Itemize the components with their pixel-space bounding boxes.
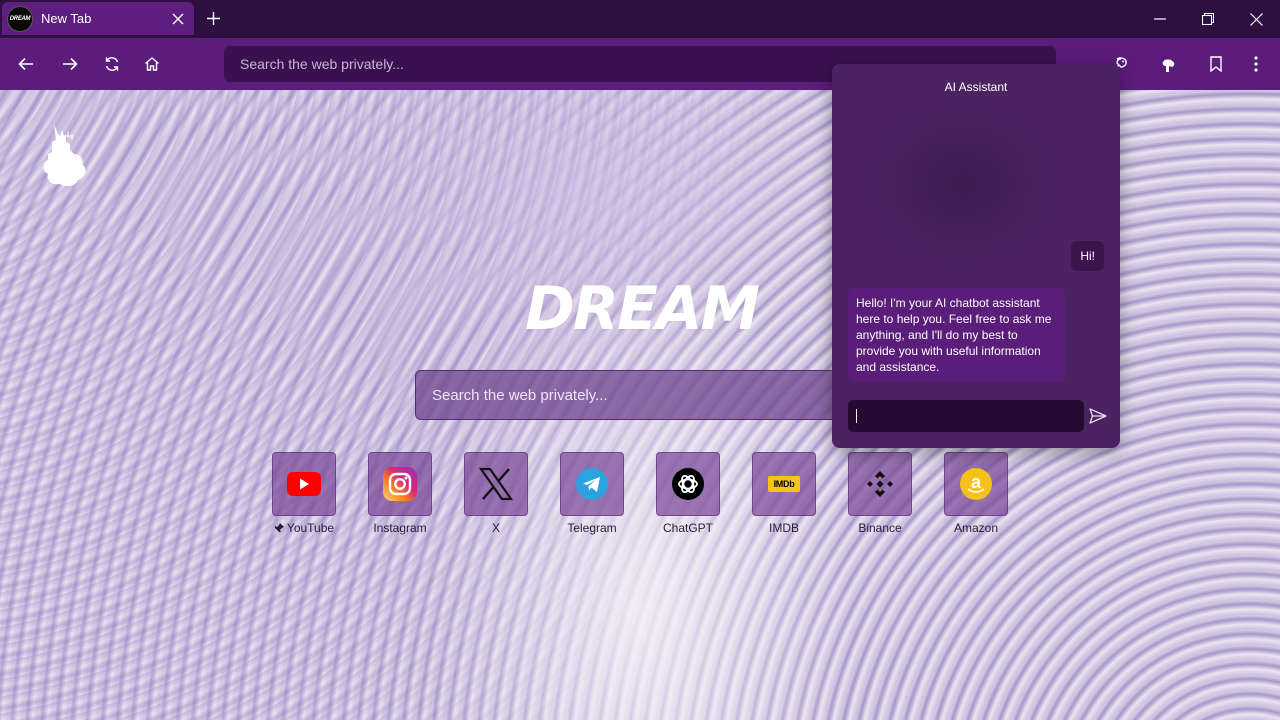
shortcut-label-text: Amazon xyxy=(953,521,999,535)
shortcut-tile xyxy=(368,452,432,516)
shortcut-x[interactable]: X xyxy=(464,452,528,535)
shortcut-label-text: X xyxy=(491,521,500,535)
binance-icon xyxy=(867,471,893,497)
brand-logo: DREAM xyxy=(525,274,760,344)
shortcut-label-text: Telegram xyxy=(567,521,617,535)
dream-castle-logo-icon xyxy=(43,124,86,187)
tab-favicon: DREAM xyxy=(7,5,33,32)
brand-text: DREAM xyxy=(525,274,760,344)
shortcut-grid: YouTube Instagram X Telegram ChatGPT IMD… xyxy=(272,452,1008,535)
shortcut-telegram[interactable]: Telegram xyxy=(560,452,624,535)
shortcut-tile: a xyxy=(944,452,1008,516)
shortcut-label-text: Instagram xyxy=(373,521,427,535)
shortcut-amazon[interactable]: a Amazon xyxy=(944,452,1008,535)
home-icon[interactable] xyxy=(138,50,166,78)
shortcut-tile xyxy=(272,452,336,516)
shortcut-label-text: Binance xyxy=(858,521,902,535)
menu-icon[interactable] xyxy=(1242,50,1270,78)
close-icon[interactable] xyxy=(166,7,190,31)
shortcut-imdb[interactable]: IMDb IMDB xyxy=(752,452,816,535)
shortcut-label-text: YouTube xyxy=(286,521,335,535)
amazon-smile-icon xyxy=(967,488,985,493)
amazon-icon: a xyxy=(960,468,992,500)
shortcut-chatgpt[interactable]: ChatGPT xyxy=(656,452,720,535)
text-caret xyxy=(856,409,857,423)
chatgpt-icon xyxy=(672,468,704,500)
back-icon[interactable] xyxy=(12,50,40,78)
new-tab-button[interactable] xyxy=(200,5,226,31)
youtube-icon xyxy=(287,472,321,496)
shortcut-label: Telegram xyxy=(567,521,616,535)
ai-assistant-title: AI Assistant xyxy=(944,80,1008,94)
imdb-icon: IMDb xyxy=(768,476,800,492)
shortcut-label: ChatGPT xyxy=(663,521,713,535)
x-icon xyxy=(479,467,513,501)
shortcut-binance[interactable]: Binance xyxy=(848,452,912,535)
shortcut-tile: IMDb xyxy=(752,452,816,516)
shortcut-label: YouTube xyxy=(273,521,335,535)
assistant-message: Hello! I'm your AI chatbot assistant her… xyxy=(848,288,1065,382)
shortcut-label-text: IMDB xyxy=(769,521,799,535)
shortcut-tile xyxy=(560,452,624,516)
restore-icon[interactable] xyxy=(1184,0,1232,38)
minimize-icon[interactable] xyxy=(1136,0,1184,38)
shortcut-label: Amazon xyxy=(954,521,998,535)
shortcut-label: Instagram xyxy=(373,521,426,535)
shortcut-tile xyxy=(656,452,720,516)
telegram-icon xyxy=(576,468,608,500)
shortcut-label: IMDB xyxy=(769,521,799,535)
ai-assistant-panel: AI Assistant Hi! Hello! I'm your AI chat… xyxy=(832,64,1120,448)
page-search-input[interactable] xyxy=(415,370,855,420)
tab-new-tab[interactable]: DREAM New Tab xyxy=(2,2,194,35)
shortcut-tile xyxy=(848,452,912,516)
reload-icon[interactable] xyxy=(98,50,126,78)
window-close-icon[interactable] xyxy=(1232,0,1280,38)
shortcut-label-text: ChatGPT xyxy=(662,521,713,535)
tab-title: New Tab xyxy=(41,11,92,26)
user-message: Hi! xyxy=(1071,241,1104,271)
shortcut-instagram[interactable]: Instagram xyxy=(368,452,432,535)
shortcut-tile xyxy=(464,452,528,516)
send-icon[interactable] xyxy=(1086,404,1110,428)
instagram-icon xyxy=(383,467,417,501)
chat-input[interactable] xyxy=(848,400,1084,432)
shortcut-youtube[interactable]: YouTube xyxy=(272,452,336,535)
bookmark-icon[interactable] xyxy=(1202,50,1230,78)
pin-icon xyxy=(273,523,284,533)
tab-strip: DREAM New Tab xyxy=(0,0,1280,38)
imdb-badge-text: IMDb xyxy=(773,479,795,489)
shortcut-label: X xyxy=(492,521,500,535)
forward-icon[interactable] xyxy=(56,50,84,78)
shortcut-label: Binance xyxy=(858,521,901,535)
extension-icon[interactable] xyxy=(1154,50,1182,78)
